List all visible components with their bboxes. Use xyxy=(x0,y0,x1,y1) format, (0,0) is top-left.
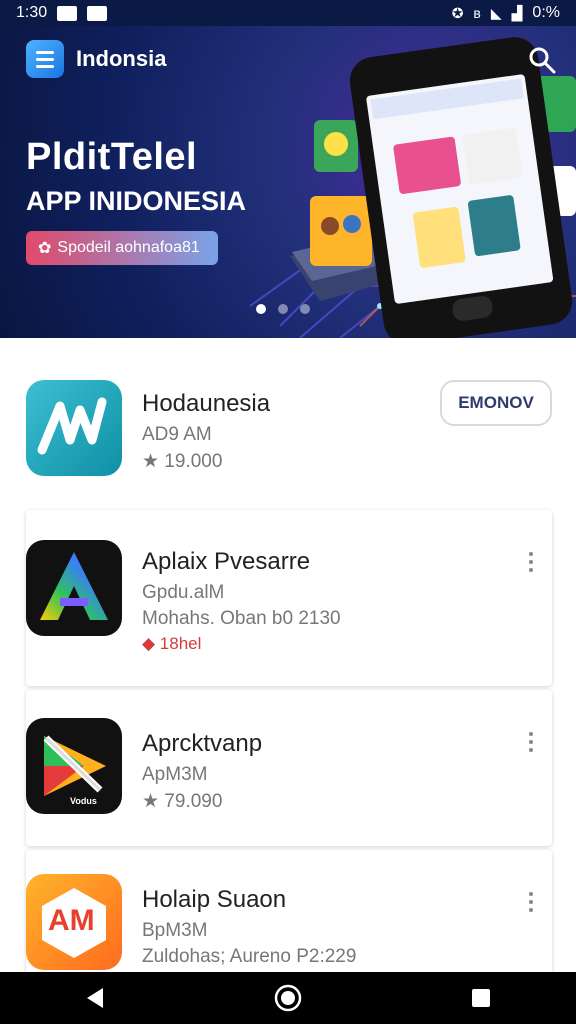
signal-icon: ▟ xyxy=(511,4,523,21)
recents-icon[interactable] xyxy=(469,986,493,1010)
hero-pill-label: Spodeil aohnafoa81 xyxy=(57,239,200,256)
app-icon-label: AM xyxy=(48,904,95,937)
app-icon xyxy=(26,540,122,636)
app-meta: ApM3M xyxy=(142,764,208,785)
search-icon[interactable] xyxy=(528,46,556,74)
list-item[interactable]: Vodus Aprcktvanp ApM3M ★ 79.090 xyxy=(26,690,552,846)
list-item[interactable]: AM Holaip Suaon BpM3M Zuldohas; Aureno P… xyxy=(26,850,552,980)
image-icon xyxy=(87,5,108,21)
status-time: 1:30 xyxy=(16,4,48,21)
carousel-dot[interactable] xyxy=(300,304,310,314)
app-rating: ★ 79.090 xyxy=(142,791,223,812)
list-item[interactable]: Aplaix Pvesarre Gpdu.alM Mohahs. Oban b0… xyxy=(26,510,552,686)
carousel-dot-active[interactable] xyxy=(256,304,266,314)
app-icon: AM xyxy=(26,874,122,970)
menu-button[interactable] xyxy=(26,40,64,78)
app-name: Holaip Suaon xyxy=(142,886,287,913)
hero-promo-button[interactable]: ✿ Spodeil aohnafoa81 xyxy=(26,231,218,265)
app-icon xyxy=(26,380,122,476)
back-icon[interactable] xyxy=(83,986,107,1010)
app-meta: BpM3M xyxy=(142,920,208,941)
alarm-icon: ✪ xyxy=(451,4,464,21)
app-name: Aprcktvanp xyxy=(142,730,263,757)
app-rating: ★ 19.000 xyxy=(142,451,223,472)
app-icon: Vodus xyxy=(26,718,122,814)
app-title: Indonsia xyxy=(76,46,167,71)
app-name: Hodaunesia xyxy=(142,390,271,417)
hero-banner[interactable]: Indonsia PlditTelel APP INIDONESIA ✿ Spo… xyxy=(0,26,576,338)
app-description: Zuldohas; Aureno P2:229 xyxy=(142,946,357,967)
app-badge: ◆ 18hel xyxy=(142,634,202,653)
list-item[interactable]: Hodaunesia AD9 AM ★ 19.000 EMONOV xyxy=(26,378,552,508)
navigation-bar xyxy=(0,972,576,1024)
carousel-indicator xyxy=(256,304,310,314)
hero-headline: PlditTelel xyxy=(26,136,198,178)
status-bar: 1:30 ✪ ʙ ◣ ▟ 0:% xyxy=(0,0,576,26)
phone-graphic xyxy=(349,37,573,338)
mail-icon xyxy=(57,5,78,21)
gift-icon: ✿ xyxy=(38,240,52,257)
app-icon-label: Vodus xyxy=(70,796,97,806)
app-description: Mohahs. Oban b0 2130 xyxy=(142,608,341,629)
install-button[interactable]: EMONOV xyxy=(440,380,552,426)
wifi-icon: ◣ xyxy=(490,4,502,21)
more-options-icon[interactable] xyxy=(528,552,534,572)
app-name: Aplaix Pvesarre xyxy=(142,548,311,575)
more-options-icon[interactable] xyxy=(528,732,534,752)
carousel-dot[interactable] xyxy=(278,304,288,314)
hero-subheadline: APP INIDONESIA xyxy=(26,186,247,216)
app-meta: AD9 AM xyxy=(142,424,212,445)
battery-status: 0:% xyxy=(532,4,560,21)
home-icon[interactable] xyxy=(274,984,302,1012)
more-options-icon[interactable] xyxy=(528,892,534,912)
app-meta: Gpdu.alM xyxy=(142,582,225,603)
bluetooth-icon: ʙ xyxy=(473,5,481,21)
